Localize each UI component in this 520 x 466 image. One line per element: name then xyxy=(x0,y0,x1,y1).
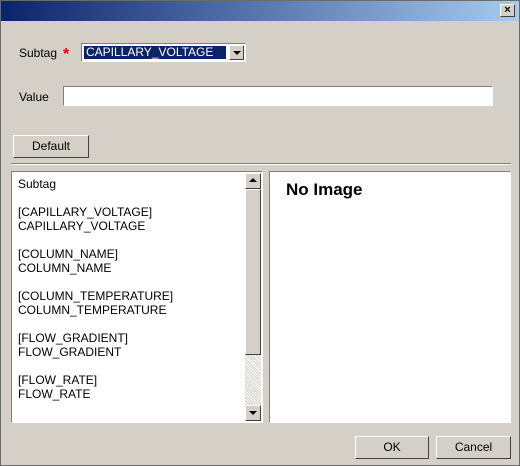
list-scrollbar[interactable] xyxy=(245,173,261,421)
subtag-list[interactable]: Subtag [CAPILLARY_VOLTAGE] CAPILLARY_VOLT… xyxy=(11,171,263,423)
no-image-text: No Image xyxy=(286,180,363,199)
subtag-selected-value: CAPILLARY_VOLTAGE xyxy=(83,45,227,60)
list-item-name: FLOW_RATE xyxy=(18,387,91,401)
default-button[interactable]: Default xyxy=(13,135,89,158)
ok-button[interactable]: OK xyxy=(355,436,429,459)
title-bar[interactable]: × xyxy=(1,1,519,21)
close-icon: × xyxy=(504,4,511,16)
image-preview-panel: No Image xyxy=(269,171,511,423)
value-input[interactable] xyxy=(63,86,493,106)
list-item[interactable]: [COLUMN_NAME] COLUMN_NAME xyxy=(18,247,243,275)
list-header: Subtag xyxy=(18,177,57,191)
value-label: Value xyxy=(19,90,49,104)
cancel-button[interactable]: Cancel xyxy=(436,436,511,459)
list-item-name: FLOW_GRADIENT xyxy=(18,345,122,359)
divider xyxy=(11,163,511,165)
chevron-down-icon xyxy=(233,51,241,55)
scroll-up-button[interactable] xyxy=(245,173,261,189)
dropdown-arrow-button[interactable] xyxy=(229,45,244,60)
list-item[interactable]: [FLOW_RATE] FLOW_RATE xyxy=(18,373,243,401)
list-item[interactable]: [CAPILLARY_VOLTAGE] CAPILLARY_VOLTAGE xyxy=(18,205,243,233)
subtag-label: Subtag xyxy=(19,46,58,60)
list-item[interactable]: [FLOW_GRADIENT] FLOW_GRADIENT xyxy=(18,331,243,359)
list-item-name: COLUMN_NAME xyxy=(18,261,112,275)
scroll-thumb[interactable] xyxy=(245,189,261,355)
list-item-name: CAPILLARY_VOLTAGE xyxy=(18,219,146,233)
list-item-name: COLUMN_TEMPERATURE xyxy=(18,303,167,317)
list-item-code: [COLUMN_TEMPERATURE] xyxy=(18,289,174,303)
list-item-code: [COLUMN_NAME] xyxy=(18,247,119,261)
list-item-code: [FLOW_RATE] xyxy=(18,373,98,387)
chevron-down-icon xyxy=(249,411,257,415)
scroll-down-button[interactable] xyxy=(245,405,261,421)
subtag-dropdown[interactable]: CAPILLARY_VOLTAGE xyxy=(81,43,246,62)
list-item-code: [CAPILLARY_VOLTAGE] xyxy=(18,205,153,219)
list-item-code: [FLOW_GRADIENT] xyxy=(18,331,129,345)
close-button[interactable]: × xyxy=(500,4,515,17)
list-item[interactable]: [COLUMN_TEMPERATURE] COLUMN_TEMPERATURE xyxy=(18,289,243,317)
subtag-list-content: Subtag [CAPILLARY_VOLTAGE] CAPILLARY_VOLT… xyxy=(18,177,243,415)
chevron-up-icon xyxy=(249,178,257,182)
dialog-window: × Subtag * CAPILLARY_VOLTAGE Value Defau… xyxy=(0,0,520,466)
required-asterisk-icon: * xyxy=(63,46,70,63)
